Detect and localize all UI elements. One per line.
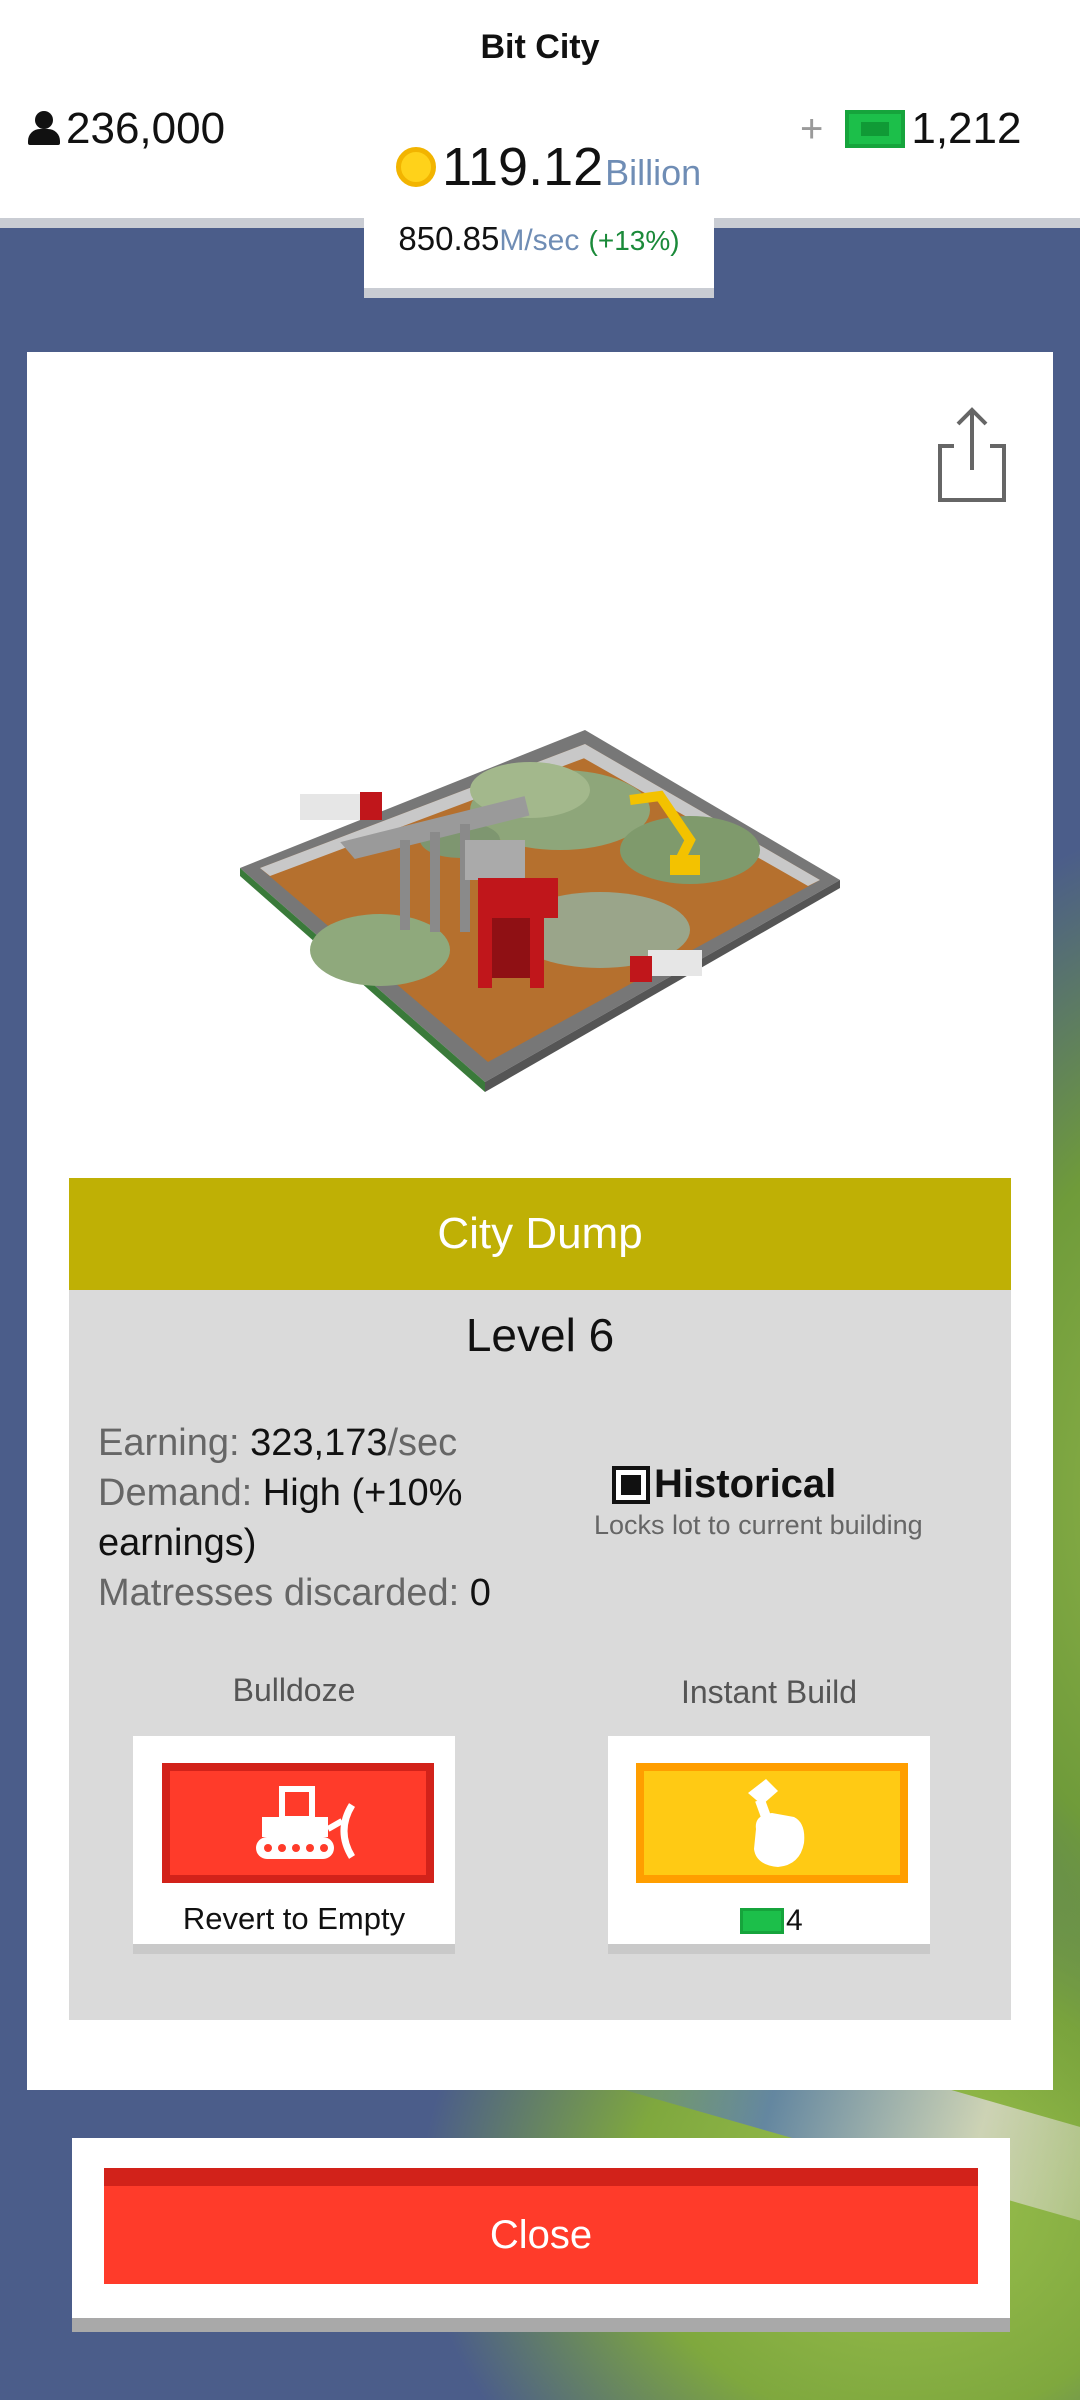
historical-toggle[interactable]: Historical	[612, 1462, 836, 1507]
instant-build-button[interactable]	[636, 1763, 908, 1883]
instant-build-label: Instant Build	[680, 1674, 858, 1710]
matresses-row: Matresses discarded: 0	[98, 1568, 528, 1618]
bulldoze-card-shadow	[133, 1944, 455, 1954]
demand-row: Demand: High (+10% earnings)	[98, 1468, 528, 1568]
coins-unit: Billion	[605, 152, 702, 193]
coins-display: 119.12 Billion	[396, 136, 701, 198]
coins-panel-shadow	[364, 288, 714, 298]
bulldozer-icon	[256, 1786, 356, 1859]
bulldoze-button[interactable]	[162, 1763, 434, 1883]
instant-build-cost: 4	[740, 1904, 803, 1938]
instant-build-cost-value: 4	[786, 1904, 803, 1937]
share-icon[interactable]	[934, 404, 1010, 504]
cash-display[interactable]: + 1,212	[800, 104, 1021, 154]
earning-unit: /sec	[387, 1422, 458, 1464]
earning-value: 323,173	[250, 1422, 388, 1464]
revert-to-empty-text: Revert to Empty	[182, 1901, 406, 1936]
matresses-label: Matresses discarded:	[98, 1572, 460, 1614]
historical-description: Locks lot to current building	[594, 1510, 923, 1540]
population-value: 236,000	[66, 104, 226, 153]
person-icon	[26, 109, 62, 149]
city-dump-building-image	[240, 730, 840, 1092]
population-display: 236,000	[26, 104, 225, 154]
bulldoze-label: Bulldoze	[232, 1672, 356, 1708]
rate-value: 850.85	[398, 220, 500, 257]
cash-value: 1,212	[911, 104, 1022, 153]
bill-icon	[845, 110, 906, 148]
coins-value: 119.12	[442, 137, 604, 197]
matresses-value: 0	[469, 1572, 491, 1614]
building-stats: Earning: 323,173/sec Demand: High (+10% …	[98, 1418, 528, 1618]
building-level: Level 6	[465, 1309, 615, 1361]
close-panel-shadow	[72, 2318, 1010, 2332]
rate-change: (+13%)	[588, 225, 680, 256]
bill-icon	[740, 1908, 784, 1934]
app-title: Bit City	[480, 28, 600, 66]
instant-build-card-shadow	[608, 1944, 930, 1954]
add-cash-button[interactable]: +	[800, 107, 823, 152]
demand-label: Demand:	[98, 1472, 253, 1514]
historical-checkbox[interactable]	[612, 1465, 650, 1504]
building-name-banner: City Dump	[69, 1178, 1011, 1290]
close-button[interactable]: Close	[104, 2168, 978, 2284]
historical-label: Historical	[654, 1462, 837, 1506]
hammer-hand-icon	[748, 1779, 805, 1867]
earning-label: Earning:	[98, 1422, 240, 1464]
rate-unit: M/sec	[499, 224, 580, 257]
earning-row: Earning: 323,173/sec	[98, 1418, 528, 1468]
income-rate: 850.85M/sec (+13%)	[364, 220, 714, 258]
coin-icon	[396, 147, 436, 187]
